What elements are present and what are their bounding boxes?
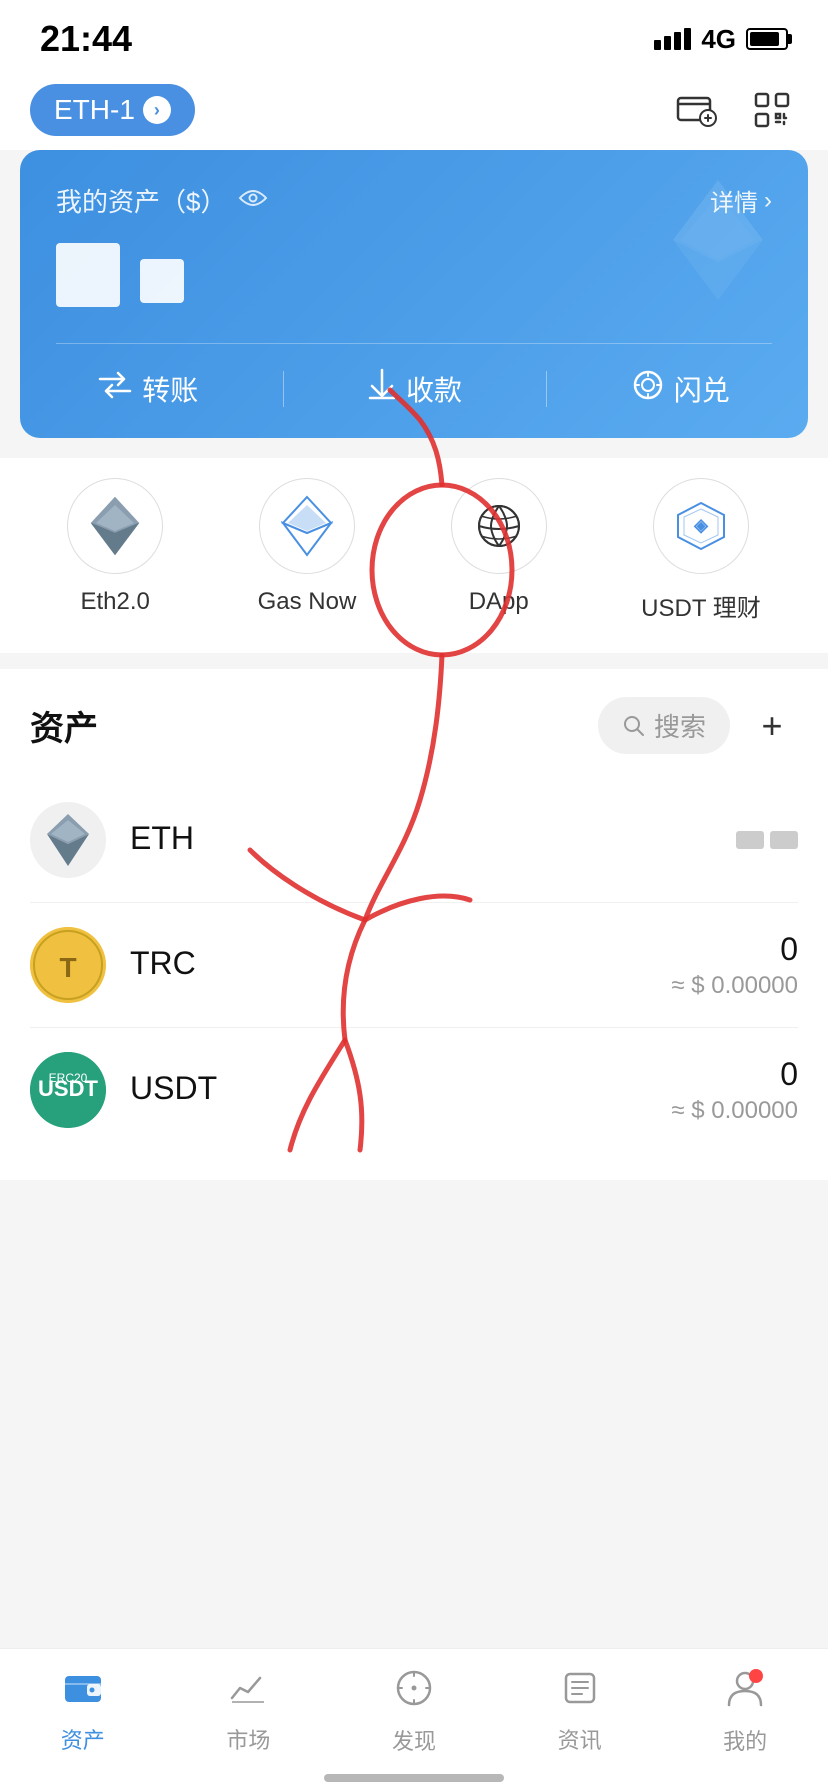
receive-icon [368, 368, 396, 410]
nav-discover-label: 发现 [392, 1724, 436, 1756]
battery-icon [746, 28, 788, 50]
balance-small-block [140, 259, 184, 303]
receive-label: 收款 [406, 369, 462, 409]
flash-label: 闪兑 [674, 369, 730, 409]
eth-name: ETH [130, 820, 712, 857]
eth2-label: Eth2.0 [81, 588, 150, 616]
add-wallet-button[interactable] [670, 84, 722, 136]
nav-mine-label: 我的 [723, 1724, 767, 1756]
assets-section: 资产 搜索 + ETH [0, 669, 828, 1180]
gas-now-label: Gas Now [258, 588, 357, 616]
assets-title: 资产 [30, 701, 98, 750]
compass-icon [395, 1669, 433, 1716]
bottom-nav: 资产 市场 发现 资讯 [0, 1648, 828, 1792]
receive-button[interactable]: 收款 [368, 368, 462, 410]
balance-row [56, 243, 772, 307]
network-type: 4G [701, 24, 736, 55]
flash-button[interactable]: 闪兑 [632, 369, 730, 409]
eth-info: ETH [130, 820, 712, 861]
balance-large-block [56, 243, 120, 307]
top-nav-icons [670, 84, 798, 136]
usdt-balance-right: 0 ≈ $ 0.00000 [671, 1056, 798, 1125]
gas-now-icon-circle [259, 478, 355, 574]
quick-actions: Eth2.0 Gas Now DApp [0, 458, 828, 653]
divider [283, 371, 284, 407]
transfer-icon [98, 371, 132, 407]
flash-icon [632, 369, 664, 409]
nav-assets-label: 资产 [61, 1723, 105, 1755]
search-placeholder: 搜索 [654, 707, 706, 744]
quick-action-gas-now[interactable]: Gas Now [258, 478, 357, 623]
status-icons: 4G [654, 24, 788, 55]
status-time: 21:44 [40, 18, 132, 60]
news-icon [562, 1670, 598, 1715]
quick-action-usdt[interactable]: ◈ USDT 理财 [641, 478, 761, 623]
signal-icon [654, 28, 691, 50]
chevron-right-icon: › [143, 96, 171, 124]
transfer-button[interactable]: 转账 [98, 369, 198, 409]
assets-actions: 搜索 + [598, 697, 798, 754]
network-badge[interactable]: ETH-1 › [30, 84, 195, 136]
wallet-icon [63, 1670, 103, 1715]
top-nav: ETH-1 › [0, 70, 828, 150]
quick-action-eth2[interactable]: Eth2.0 [67, 478, 163, 623]
asset-label: 我的资产（$） [56, 182, 268, 219]
usdt-icon-circle: ◈ [653, 478, 749, 574]
search-box[interactable]: 搜索 [598, 697, 730, 754]
chart-icon [228, 1670, 268, 1715]
battery-fill [750, 32, 779, 46]
svg-text:T: T [59, 952, 76, 983]
eth-balance-right [736, 831, 798, 849]
nav-discover[interactable]: 发现 [392, 1669, 436, 1756]
nav-market-label: 市场 [226, 1723, 270, 1755]
eth-logo [30, 802, 106, 878]
usdt-info: USDT [130, 1070, 647, 1111]
add-asset-button[interactable]: + [746, 700, 798, 752]
home-indicator [324, 1774, 504, 1782]
divider2 [546, 371, 547, 407]
status-bar: 21:44 4G [0, 0, 828, 70]
trc-balance-right: 0 ≈ $ 0.00000 [671, 931, 798, 1000]
asset-card: 我的资产（$） 详情 › 转账 [20, 150, 808, 438]
nav-news-label: 资讯 [558, 1723, 602, 1755]
trc-balance: 0 [671, 931, 798, 968]
asset-item-trc[interactable]: T TRC 0 ≈ $ 0.00000 [30, 903, 798, 1028]
dapp-label: DApp [469, 588, 529, 616]
usdt-token-name: USDT [130, 1070, 647, 1107]
eth-watermark [668, 180, 768, 305]
eth-balance-hidden [736, 831, 798, 849]
transfer-label: 转账 [142, 369, 198, 409]
nav-market[interactable]: 市场 [226, 1670, 270, 1755]
trc-info: TRC [130, 945, 647, 986]
network-label: ETH-1 [54, 94, 135, 126]
assets-header: 资产 搜索 + [30, 697, 798, 754]
asset-actions: 转账 收款 闪兑 [56, 343, 772, 410]
asset-card-header: 我的资产（$） 详情 › [56, 182, 772, 219]
svg-text:◈: ◈ [693, 515, 709, 535]
trc-logo: T [30, 927, 106, 1003]
scan-button[interactable] [746, 84, 798, 136]
usdt-usd: ≈ $ 0.00000 [671, 1097, 798, 1125]
usdt-balance: 0 [671, 1056, 798, 1093]
asset-item-usdt[interactable]: USDT ERC20 USDT 0 ≈ $ 0.00000 [30, 1028, 798, 1152]
eye-icon[interactable] [238, 185, 268, 216]
eth2-icon-circle [67, 478, 163, 574]
quick-action-dapp[interactable]: DApp [451, 478, 547, 623]
nav-news[interactable]: 资讯 [558, 1670, 602, 1755]
dapp-icon-circle [451, 478, 547, 574]
nav-assets[interactable]: 资产 [61, 1670, 105, 1755]
nav-mine[interactable]: 我的 [723, 1669, 767, 1756]
svg-text:ERC20: ERC20 [49, 1071, 88, 1085]
trc-name: TRC [130, 945, 647, 982]
asset-item-eth[interactable]: ETH [30, 778, 798, 903]
usdt-token-logo: USDT ERC20 [30, 1052, 106, 1128]
usdt-label: USDT 理财 [641, 588, 761, 623]
trc-usd: ≈ $ 0.00000 [671, 972, 798, 1000]
